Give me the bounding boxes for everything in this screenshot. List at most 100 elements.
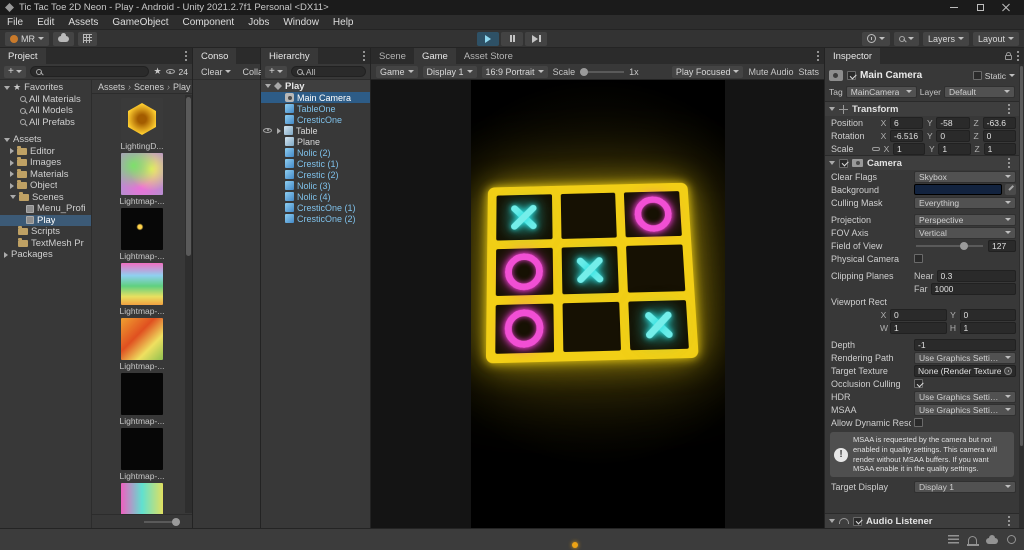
aspect-ratio-dropdown[interactable]: 16:9 Portrait	[481, 65, 548, 78]
tab-hierarchy[interactable]: Hierarchy	[261, 48, 318, 64]
culling-mask-dropdown[interactable]: Everything	[914, 196, 1016, 209]
board-cell-0-0[interactable]	[495, 194, 552, 241]
clear-flags-dropdown[interactable]: Skybox	[914, 170, 1016, 183]
hierarchy-item[interactable]: Nolic (2)	[261, 147, 370, 158]
foldout-open-icon[interactable]	[265, 84, 271, 88]
tree-scene-play[interactable]: Play	[0, 214, 91, 226]
menu-window[interactable]: Window	[276, 17, 326, 28]
tree-folder-object[interactable]: Object	[0, 180, 91, 192]
foldout-open-icon[interactable]	[10, 195, 16, 200]
position-x-field[interactable]: 6	[890, 116, 924, 129]
foldout-open-icon[interactable]	[4, 85, 10, 90]
scrollbar-handle[interactable]	[186, 97, 191, 256]
hierarchy-item[interactable]: Nolic (4)	[261, 191, 370, 202]
tag-dropdown[interactable]: MainCamera	[845, 85, 917, 98]
hierarchy-item-main-camera[interactable]: Main Camera	[261, 92, 370, 103]
physical-camera-checkbox[interactable]	[914, 254, 923, 263]
hierarchy-item[interactable]: Plane	[261, 136, 370, 147]
breadcrumb-scenes[interactable]: Scenes	[134, 82, 164, 92]
account-dropdown[interactable]: MR	[5, 31, 49, 46]
static-checkbox[interactable]	[972, 71, 982, 80]
tree-favorites[interactable]: ★ Favorites	[0, 82, 91, 94]
board-cell-2-0[interactable]	[494, 303, 554, 354]
tab-project[interactable]: Project	[0, 48, 46, 64]
camera-component-header[interactable]: Camera	[825, 155, 1019, 170]
tab-game[interactable]: Game	[413, 48, 456, 64]
hdr-dropdown[interactable]: Use Graphics Settings	[914, 390, 1016, 403]
cloud-button[interactable]	[53, 31, 74, 46]
board-cell-1-2[interactable]	[625, 244, 685, 293]
hierarchy-item[interactable]: CresticOne	[261, 114, 370, 125]
transform-component-header[interactable]: Transform	[825, 101, 1019, 116]
rendering-path-dropdown[interactable]: Use Graphics Settings	[914, 351, 1016, 364]
menu-component[interactable]: Component	[176, 17, 242, 28]
allow-dynamic-resolution-checkbox[interactable]	[914, 418, 923, 427]
audio-listener-enabled-checkbox[interactable]	[853, 516, 862, 526]
create-asset-button[interactable]: +	[4, 65, 26, 78]
hierarchy-item[interactable]: CresticOne (1)	[261, 202, 370, 213]
board-cell-2-2[interactable]	[628, 300, 689, 351]
mute-audio-button[interactable]: Mute Audio	[748, 67, 793, 77]
cloud-sync-icon[interactable]	[986, 535, 998, 544]
hierarchy-item[interactable]: TableOne	[261, 103, 370, 114]
slider-knob[interactable]	[580, 67, 589, 76]
tab-console[interactable]: Conso	[193, 48, 237, 64]
stats-button[interactable]: Stats	[798, 67, 819, 77]
asset-thumbnail[interactable]: Lightmap-...	[92, 373, 192, 426]
inspector-scrollbar[interactable]	[1019, 64, 1024, 528]
fov-field[interactable]: 127	[988, 239, 1016, 252]
menu-help[interactable]: Help	[326, 17, 361, 28]
foldout-closed-icon[interactable]	[10, 159, 14, 166]
viewport-w-field[interactable]: 1	[890, 321, 947, 334]
viewport-x-field[interactable]: 0	[890, 308, 947, 321]
tree-scene-menu-profile[interactable]: Menu_Profi	[0, 203, 91, 215]
project-scrollbar[interactable]	[185, 95, 192, 513]
layout-dropdown[interactable]: Layout	[972, 31, 1019, 46]
near-field[interactable]: 0.3	[936, 269, 1016, 282]
position-y-field[interactable]: -58	[936, 116, 970, 129]
console-icon[interactable]	[948, 534, 959, 545]
thumbnail-size-slider[interactable]	[144, 517, 180, 526]
console-log-area[interactable]	[193, 80, 260, 528]
asset-thumbnail[interactable]: Lightmap-...	[92, 263, 192, 316]
tree-all-materials[interactable]: All Materials	[0, 94, 91, 106]
scene-header[interactable]: Play	[261, 80, 370, 92]
link-scale-icon[interactable]	[872, 146, 880, 151]
scale-y-field[interactable]: 1	[938, 142, 971, 155]
fov-slider[interactable]	[916, 241, 983, 250]
depth-field[interactable]: -1	[914, 338, 1016, 351]
tree-folder-materials[interactable]: Materials	[0, 168, 91, 181]
target-texture-field[interactable]: None (Render Texture	[914, 364, 1016, 377]
projection-dropdown[interactable]: Perspective	[914, 213, 1016, 226]
tree-folder-scripts[interactable]: Scripts	[0, 226, 91, 238]
tree-assets[interactable]: Assets	[0, 134, 91, 146]
tree-folder-images[interactable]: Images	[0, 157, 91, 169]
progress-icon[interactable]	[1007, 535, 1016, 544]
step-button[interactable]	[525, 31, 547, 46]
component-menu-icon[interactable]	[1007, 519, 1010, 523]
scrollbar-handle[interactable]	[1020, 66, 1023, 447]
asset-thumbnail[interactable]: Lightmap-...	[92, 483, 192, 514]
camera-enabled-checkbox[interactable]	[839, 158, 848, 168]
eyedropper-icon[interactable]	[1005, 184, 1016, 195]
background-color-swatch[interactable]	[914, 184, 1002, 195]
rotation-x-field[interactable]: -6.516	[890, 129, 924, 142]
clear-button[interactable]: Clear	[197, 67, 235, 77]
create-object-button[interactable]: +	[265, 65, 287, 78]
panel-menu-icon[interactable]	[362, 54, 365, 58]
foldout-closed-icon[interactable]	[10, 182, 14, 189]
foldout-open-icon[interactable]	[829, 519, 835, 523]
hierarchy-item[interactable]: CresticOne (2)	[261, 213, 370, 224]
fov-axis-dropdown[interactable]: Vertical	[914, 226, 1016, 239]
rotation-z-field[interactable]: 0	[982, 129, 1016, 142]
panel-menu-icon[interactable]	[184, 54, 187, 58]
play-button[interactable]	[477, 31, 499, 46]
position-z-field[interactable]: -63.6	[982, 116, 1016, 129]
menu-file[interactable]: File	[0, 17, 30, 28]
slider-knob[interactable]	[960, 241, 969, 250]
foldout-open-icon[interactable]	[829, 107, 835, 111]
gameobject-name[interactable]: Main Camera	[860, 70, 969, 81]
close-button[interactable]	[1001, 3, 1011, 13]
layers-dropdown[interactable]: Layers	[922, 31, 969, 46]
foldout-closed-icon[interactable]	[10, 171, 14, 178]
